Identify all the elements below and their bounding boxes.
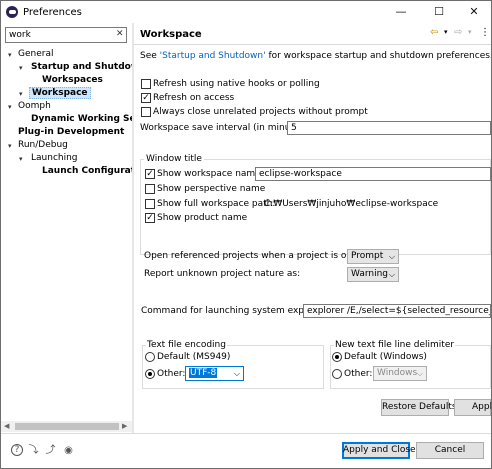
help-icon[interactable]: ? <box>11 444 23 456</box>
clear-filter-icon[interactable]: ✕ <box>116 29 124 39</box>
tree-item-workspace[interactable]: Workspace <box>29 87 91 99</box>
report-unknown-value: Warning <box>351 269 389 279</box>
forward-menu-icon[interactable]: ▾ <box>468 28 472 36</box>
explorer-command-label: Command for launching system explorer: <box>141 306 328 316</box>
workspace-page: Workspace ⇦ ▾ ⇨ ▾ ⋮ See 'Startup and Shu… <box>134 23 491 431</box>
forward-icon[interactable]: ⇨ <box>454 27 462 38</box>
title-bar[interactable]: Preferences — ☐ ✕ <box>1 1 491 23</box>
show-full-path-checkbox[interactable] <box>145 199 155 209</box>
delimiter-other-label: Other: <box>344 369 373 379</box>
back-menu-icon[interactable]: ▾ <box>444 28 448 36</box>
intro-suffix: for workspace startup and shutdown prefe… <box>265 51 492 61</box>
delimiter-default-label: Default (Windows) <box>344 352 427 362</box>
full-path-value: C:₩Users₩jinjuho₩eclipse-workspace <box>264 199 439 209</box>
scroll-right-icon[interactable]: ▶ <box>122 422 127 430</box>
encoding-default-radio[interactable] <box>145 352 155 362</box>
show-perspective-checkbox[interactable] <box>145 184 155 194</box>
filter-text: work <box>9 30 31 40</box>
show-product-label: Show product name <box>157 213 248 223</box>
open-referenced-combo[interactable]: Prompt ⌵ <box>347 249 399 264</box>
workspace-name-input[interactable]: eclipse-workspace <box>255 167 491 181</box>
encoding-other-combo[interactable]: UTF-8 ⌵ <box>185 366 244 381</box>
view-menu-icon[interactable]: ⋮ <box>480 27 490 38</box>
open-referenced-label: Open referenced projects when a project … <box>144 251 378 261</box>
delimiter-default-radio[interactable] <box>332 352 342 362</box>
chevron-down-icon: ⌵ <box>388 252 395 261</box>
expand-oomph-icon[interactable]: ▾ <box>8 103 12 111</box>
intro-text: See 'Startup and Shutdown' for workspace… <box>140 51 492 61</box>
delimiter-group-label: New text file line delimiter <box>334 340 456 350</box>
chevron-down-icon: ⌵ <box>388 270 395 279</box>
delimiter-other-value: Windows <box>377 368 418 378</box>
eclipse-icon <box>6 6 18 18</box>
refresh-access-checkbox[interactable]: ✓ <box>141 93 151 103</box>
show-full-path-label: Show full workspace path: <box>157 199 276 209</box>
tree-item-oomph[interactable]: Oomph <box>18 101 51 111</box>
close-button[interactable]: ✕ <box>456 1 491 23</box>
filter-input[interactable]: work ✕ <box>5 27 127 43</box>
chevron-down-icon: ⌵ <box>233 369 240 378</box>
tree-item-plugin-development[interactable]: Plug-in Development <box>18 127 124 137</box>
encoding-other-radio[interactable] <box>145 369 155 379</box>
preference-tree-panel: work ✕ ▾ General ▾ Startup and Shutdown … <box>1 23 151 433</box>
expand-workspace-icon[interactable]: ▾ <box>19 90 23 98</box>
expand-startup-icon[interactable]: ▾ <box>19 64 23 72</box>
apply-button[interactable]: Apply <box>454 399 491 416</box>
import-icon[interactable]: ⤵ <box>27 444 40 457</box>
encoding-default-label: Default (MS949) <box>157 352 231 362</box>
show-workspace-name-label: Show workspace name: <box>157 169 264 179</box>
oomph-icon[interactable]: ◉ <box>62 444 75 457</box>
refresh-native-checkbox[interactable] <box>141 79 151 89</box>
scroll-thumb[interactable] <box>15 423 119 430</box>
tree-item-general[interactable]: General <box>18 49 53 59</box>
delimiter-other-combo[interactable]: Windows ⌵ <box>373 366 427 381</box>
chevron-down-icon: ⌵ <box>416 369 423 378</box>
minimize-button[interactable]: — <box>383 1 419 23</box>
back-icon[interactable]: ⇦ <box>430 27 438 38</box>
restore-defaults-button[interactable]: Restore Defaults <box>381 399 457 416</box>
show-product-checkbox[interactable]: ✓ <box>145 213 155 223</box>
page-title: Workspace <box>140 29 202 40</box>
preferences-window: Preferences — ☐ ✕ work ✕ ▾ General ▾ Sta… <box>0 0 492 469</box>
save-interval-label: Workspace save interval (in minutes): <box>140 123 311 133</box>
window-title: Preferences <box>23 7 82 18</box>
scroll-left-icon[interactable]: ◀ <box>4 422 9 430</box>
cancel-button[interactable]: Cancel <box>416 442 484 459</box>
always-close-checkbox[interactable] <box>141 107 151 117</box>
expand-launching-icon[interactable]: ▾ <box>19 155 23 163</box>
expand-general-icon[interactable]: ▾ <box>8 51 12 59</box>
window-title-group-label: Window title <box>144 154 204 164</box>
startup-shutdown-link[interactable]: 'Startup and Shutdown' <box>160 51 266 61</box>
save-interval-input[interactable]: 5 <box>287 121 491 135</box>
always-close-label: Always close unrelated projects without … <box>153 107 368 117</box>
report-unknown-combo[interactable]: Warning ⌵ <box>347 267 399 282</box>
tree-item-run-debug[interactable]: Run/Debug <box>18 140 68 150</box>
intro-prefix: See <box>140 51 160 61</box>
tree-horizontal-scrollbar[interactable]: ◀ ▶ <box>1 421 132 432</box>
export-icon[interactable]: ⤴ <box>44 444 57 457</box>
refresh-native-label: Refresh using native hooks or polling <box>153 79 320 89</box>
title-separator <box>134 44 491 45</box>
show-perspective-label: Show perspective name <box>157 184 266 194</box>
tree-item-startup-shutdown[interactable]: Startup and Shutdown <box>31 62 146 72</box>
report-unknown-label: Report unknown project nature as: <box>144 269 301 279</box>
maximize-button[interactable]: ☐ <box>421 1 457 23</box>
tree-item-workspaces[interactable]: Workspaces <box>42 75 103 85</box>
tree-item-launching[interactable]: Launching <box>31 153 78 163</box>
apply-and-close-button[interactable]: Apply and Close <box>342 442 416 459</box>
encoding-group-label: Text file encoding <box>146 340 227 350</box>
encoding-other-label: Other: <box>157 369 186 379</box>
explorer-command-input[interactable]: explorer /E,/select=${selected_resource_… <box>303 304 491 318</box>
encoding-other-value: UTF-8 <box>189 368 218 378</box>
tree-item-dynamic-working-sets[interactable]: Dynamic Working Sets <box>31 114 145 124</box>
expand-run-debug-icon[interactable]: ▾ <box>8 142 12 150</box>
open-referenced-value: Prompt <box>351 251 384 261</box>
refresh-access-label: Refresh on access <box>153 93 235 103</box>
delimiter-other-radio[interactable] <box>332 369 342 379</box>
show-workspace-name-checkbox[interactable]: ✓ <box>145 169 155 179</box>
